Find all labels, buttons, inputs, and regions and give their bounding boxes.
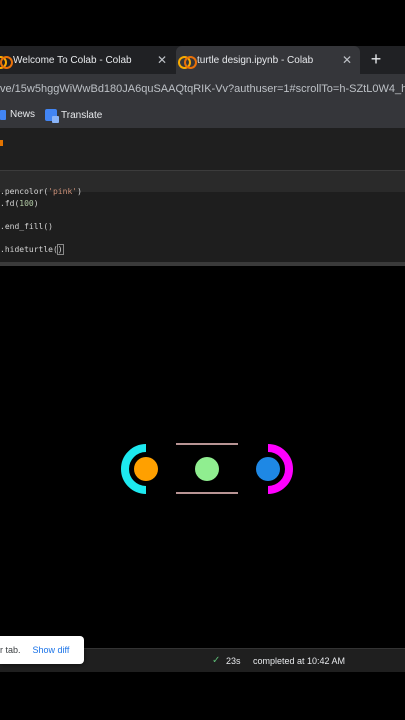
translate-icon [45,109,59,123]
bookmark-news[interactable]: News [0,109,35,120]
tab-welcome-to-colab[interactable]: Welcome To Colab - Colab ✕ [0,46,175,74]
check-icon: ✓ [212,655,221,666]
tab-title: Welcome To Colab - Colab [13,54,132,66]
address-bar[interactable]: ve/15w5hggWiWwBd180JA6quSAAQtqRIK-Vv?aut… [0,78,405,100]
close-icon[interactable]: ✕ [155,53,169,67]
tab-turtle-design[interactable]: turtle design.ipynb - Colab ✕ [176,46,360,74]
turtle-output-canvas [0,266,405,648]
colab-header [0,128,405,170]
browser-toolbar: ve/15w5hggWiWwBd180JA6quSAAQtqRIK-Vv?aut… [0,74,405,104]
news-icon [0,109,6,120]
close-icon[interactable]: ✕ [340,53,354,67]
completion-status: completed at 10:42 AM [253,656,346,666]
show-diff-link[interactable]: Show diff [33,645,70,655]
code-line: .fd(100) [0,199,39,208]
bookmark-translate[interactable]: Translate [45,109,103,123]
center-dot [195,457,219,481]
left-dot [134,457,158,481]
execution-duration: 23s [226,656,241,666]
notification-toast: r tab. Show diff [0,636,84,664]
bookmarks-bar: News Translate [0,104,405,128]
right-dot [256,457,280,481]
colab-icon [0,55,13,69]
colab-logo-icon [0,140,3,146]
code-line: .pencolor('pink') [0,187,82,196]
browser-tab-strip: Welcome To Colab - Colab ✕ turtle design… [0,46,405,74]
toast-message: r tab. [0,645,21,655]
bookmark-label: Translate [61,109,103,121]
bookmark-label: News [10,109,36,120]
turtle-drawing [121,443,293,494]
code-line: .hideturtle() [0,244,64,255]
colab-icon [178,55,197,69]
tab-title: turtle design.ipynb - Colab [197,54,314,66]
new-tab-button[interactable]: + [366,49,386,71]
code-cell[interactable]: .pencolor('pink') .fd(100) .end_fill() .… [0,187,405,262]
code-line: .end_fill() [0,222,53,231]
